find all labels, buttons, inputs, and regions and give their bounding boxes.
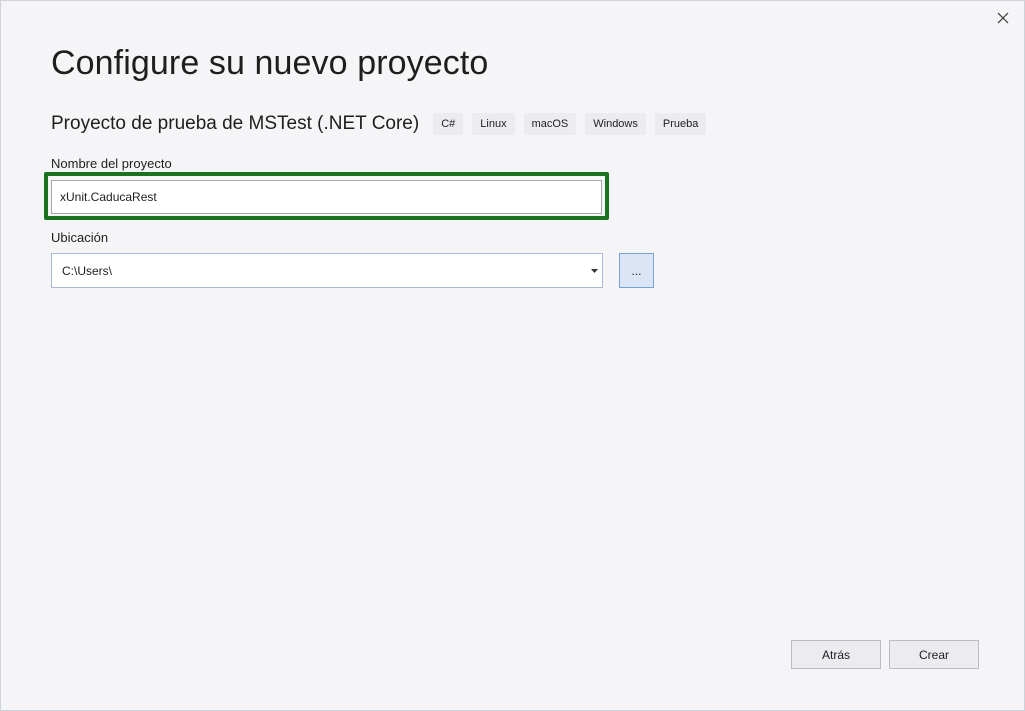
close-icon bbox=[997, 12, 1009, 24]
project-name-input[interactable] bbox=[51, 180, 602, 214]
tag-macos: macOS bbox=[523, 113, 577, 135]
close-button[interactable] bbox=[991, 6, 1015, 30]
location-value: C:\Users\ bbox=[62, 263, 113, 278]
location-label: Ubicación bbox=[51, 230, 109, 245]
project-name-label: Nombre del proyecto bbox=[51, 156, 172, 171]
browse-location-button[interactable]: ... bbox=[619, 253, 654, 288]
configure-project-dialog: Configure su nuevo proyecto Proyecto de … bbox=[0, 0, 1025, 711]
template-name: Proyecto de prueba de MSTest (.NET Core) bbox=[51, 113, 420, 134]
tag-linux: Linux bbox=[472, 113, 515, 135]
tag-windows: Windows bbox=[585, 113, 646, 135]
chevron-down-icon[interactable] bbox=[587, 264, 601, 278]
back-button[interactable]: Atrás bbox=[791, 640, 881, 669]
tag-language: C# bbox=[433, 113, 464, 135]
tag-project-type: Prueba bbox=[654, 113, 707, 135]
template-info: Proyecto de prueba de MSTest (.NET Core)… bbox=[51, 111, 715, 137]
page-title: Configure su nuevo proyecto bbox=[51, 44, 489, 82]
create-button[interactable]: Crear bbox=[889, 640, 979, 669]
location-combobox[interactable]: C:\Users\ bbox=[51, 253, 603, 288]
